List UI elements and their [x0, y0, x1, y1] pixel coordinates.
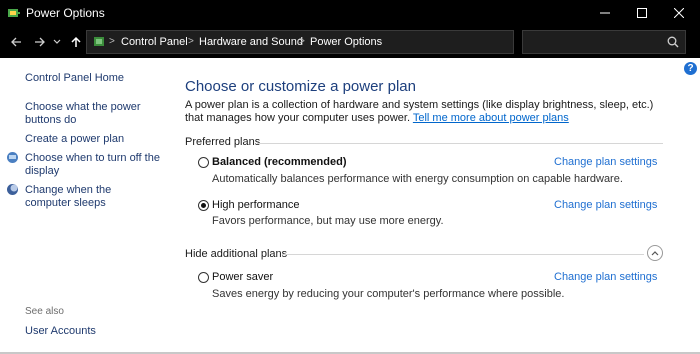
control-panel-icon — [92, 35, 106, 49]
plan-name-balanced[interactable]: Balanced (recommended) — [212, 156, 346, 168]
breadcrumb-hardware-and-sound[interactable]: Hardware and Sound — [199, 36, 303, 48]
change-plan-settings-high-performance[interactable]: Change plan settings — [554, 199, 657, 211]
power-options-icon — [7, 6, 21, 20]
breadcrumb-separator[interactable]: > — [299, 36, 305, 47]
preferred-plans-label: Preferred plans — [185, 136, 261, 148]
plan-name-high-performance[interactable]: High performance — [212, 199, 299, 211]
navigation-bar: > Control Panel > Hardware and Sound > P… — [0, 26, 700, 58]
sidebar-item-control-panel-home[interactable]: Control Panel Home — [25, 72, 160, 85]
see-also-heading: See also — [25, 306, 64, 317]
plan-radio-balanced[interactable] — [198, 157, 209, 168]
chevron-up-icon — [651, 251, 659, 256]
collapse-plans-button[interactable] — [647, 245, 663, 261]
sidebar-item-create-plan[interactable]: Create a power plan — [25, 133, 160, 146]
learn-more-link[interactable]: Tell me more about power plans — [413, 112, 569, 124]
breadcrumb-power-options[interactable]: Power Options — [310, 36, 382, 48]
back-arrow-icon — [11, 37, 21, 47]
back-button[interactable] — [8, 34, 24, 50]
sidebar-item-power-buttons[interactable]: Choose what the power buttons do — [25, 101, 160, 127]
section-divider — [257, 143, 663, 144]
page-description: A power plan is a collection of hardware… — [185, 99, 665, 125]
sidebar-item-turn-off-display[interactable]: Choose when to turn off the display — [25, 152, 160, 178]
moon-icon — [6, 183, 19, 196]
plan-radio-power-saver[interactable] — [198, 272, 209, 283]
search-input[interactable] — [522, 30, 686, 54]
sidebar: Control Panel Home Choose what the power… — [0, 58, 168, 354]
up-arrow-icon — [71, 36, 81, 47]
minimize-button[interactable] — [588, 0, 622, 26]
up-button[interactable] — [68, 34, 84, 50]
sidebar-item-user-accounts[interactable]: User Accounts — [25, 325, 160, 338]
breadcrumb-separator: > — [109, 36, 115, 47]
close-button[interactable] — [662, 0, 696, 26]
plan-radio-high-performance[interactable] — [198, 200, 209, 211]
search-icon — [667, 36, 679, 51]
section-divider — [282, 254, 644, 255]
title-bar: Power Options — [0, 0, 700, 26]
breadcrumb-separator[interactable]: > — [188, 36, 194, 47]
forward-button[interactable] — [32, 34, 48, 50]
sidebar-item-computer-sleeps[interactable]: Change when the computer sleeps — [25, 184, 160, 210]
plan-desc-balanced: Automatically balances performance with … — [212, 173, 623, 185]
page-title: Choose or customize a power plan — [185, 78, 416, 95]
forward-arrow-icon — [35, 37, 45, 47]
change-plan-settings-balanced[interactable]: Change plan settings — [554, 156, 657, 168]
breadcrumb-control-panel[interactable]: Control Panel — [121, 36, 188, 48]
recent-locations-button[interactable] — [52, 34, 62, 50]
change-plan-settings-power-saver[interactable]: Change plan settings — [554, 271, 657, 283]
plan-name-power-saver[interactable]: Power saver — [212, 271, 273, 283]
plan-desc-power-saver: Saves energy by reducing your computer's… — [212, 288, 565, 300]
help-icon[interactable]: ? — [684, 62, 697, 75]
address-bar[interactable]: > Control Panel > Hardware and Sound > P… — [86, 30, 591, 54]
hide-additional-plans-label[interactable]: Hide additional plans — [185, 248, 287, 260]
maximize-button[interactable] — [625, 0, 659, 26]
display-icon — [6, 151, 19, 164]
chevron-down-icon — [53, 39, 61, 44]
plan-desc-high-performance: Favors performance, but may use more ene… — [212, 215, 444, 227]
window-title: Power Options — [26, 6, 105, 20]
